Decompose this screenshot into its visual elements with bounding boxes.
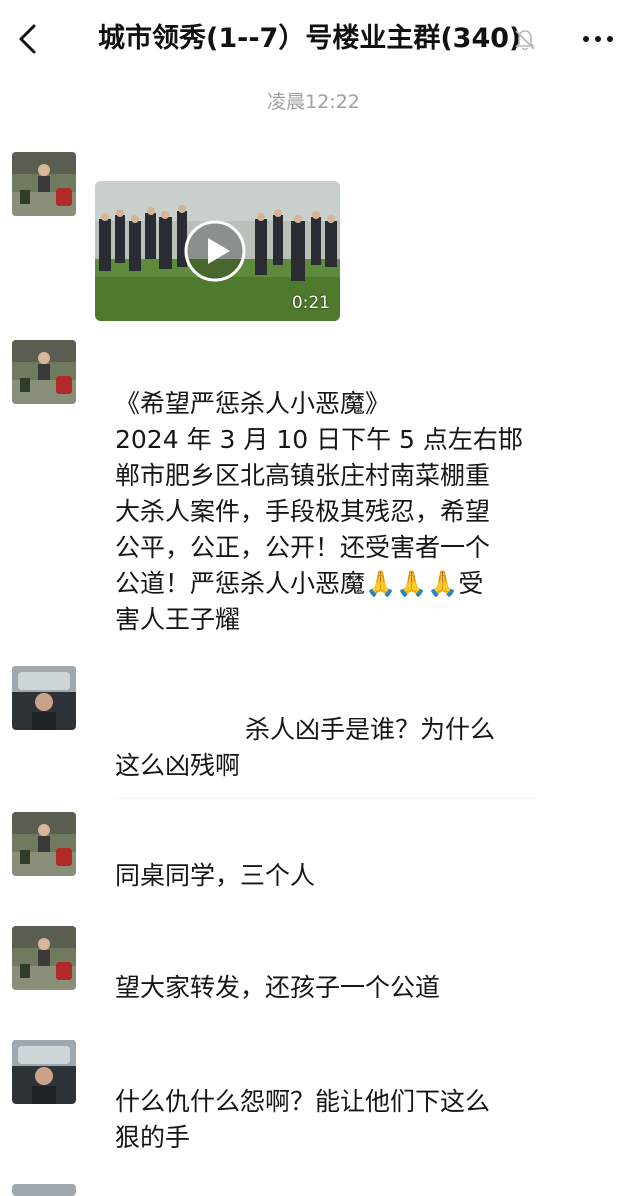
bell-muted-icon (515, 30, 535, 51)
message-line: 《希望严惩杀人小恶魔》 (115, 389, 391, 418)
message-line: 什么仇什么怨啊？能让他们下这么 (115, 1087, 491, 1116)
message-line: 杀人凶手是谁？为什么 (245, 715, 496, 744)
message-line: 望大家转发，还孩子一个公道 (115, 973, 441, 1002)
video-duration: 0:21 (291, 293, 330, 313)
message-line: 大杀人案件，手段极其残忍，希望 (115, 497, 491, 526)
ellipsis-icon[interactable] (580, 26, 616, 52)
sender-avatar[interactable] (12, 340, 76, 404)
message-line: 2024 年 3 月 10 日下午 5 点左右邯 (115, 425, 523, 454)
message-line: 公道！严惩杀人小恶魔🙏🙏🙏受 (115, 569, 484, 598)
message-line: 害人王子耀 (115, 605, 241, 634)
video-message[interactable]: 0:21 (95, 181, 340, 321)
message-timestamp: 凌晨12:22 (267, 91, 360, 113)
message-line: 狠的手 (115, 1123, 191, 1152)
sender-avatar[interactable] (12, 1040, 76, 1104)
chevron-left-icon[interactable] (14, 22, 44, 56)
sender-avatar[interactable] (12, 812, 76, 876)
message-line: 同桌同学，三个人 (115, 861, 316, 890)
message-line: 这么凶残啊 (115, 751, 241, 780)
sender-avatar[interactable] (12, 666, 76, 730)
chat-header: 城市领秀(1--7）号楼业主群(340) (0, 0, 627, 78)
sender-avatar[interactable] (12, 1184, 76, 1196)
message-line: 公平，公正，公开！还受害者一个 (115, 533, 491, 562)
chat-title: 城市领秀(1--7）号楼业主群(340) (98, 23, 522, 54)
divider (115, 798, 535, 799)
sender-avatar[interactable] (12, 152, 76, 216)
message-line: 郸市肥乡区北高镇张庄村南菜棚重 (115, 461, 491, 490)
play-icon[interactable] (183, 219, 247, 283)
sender-avatar[interactable] (12, 926, 76, 990)
